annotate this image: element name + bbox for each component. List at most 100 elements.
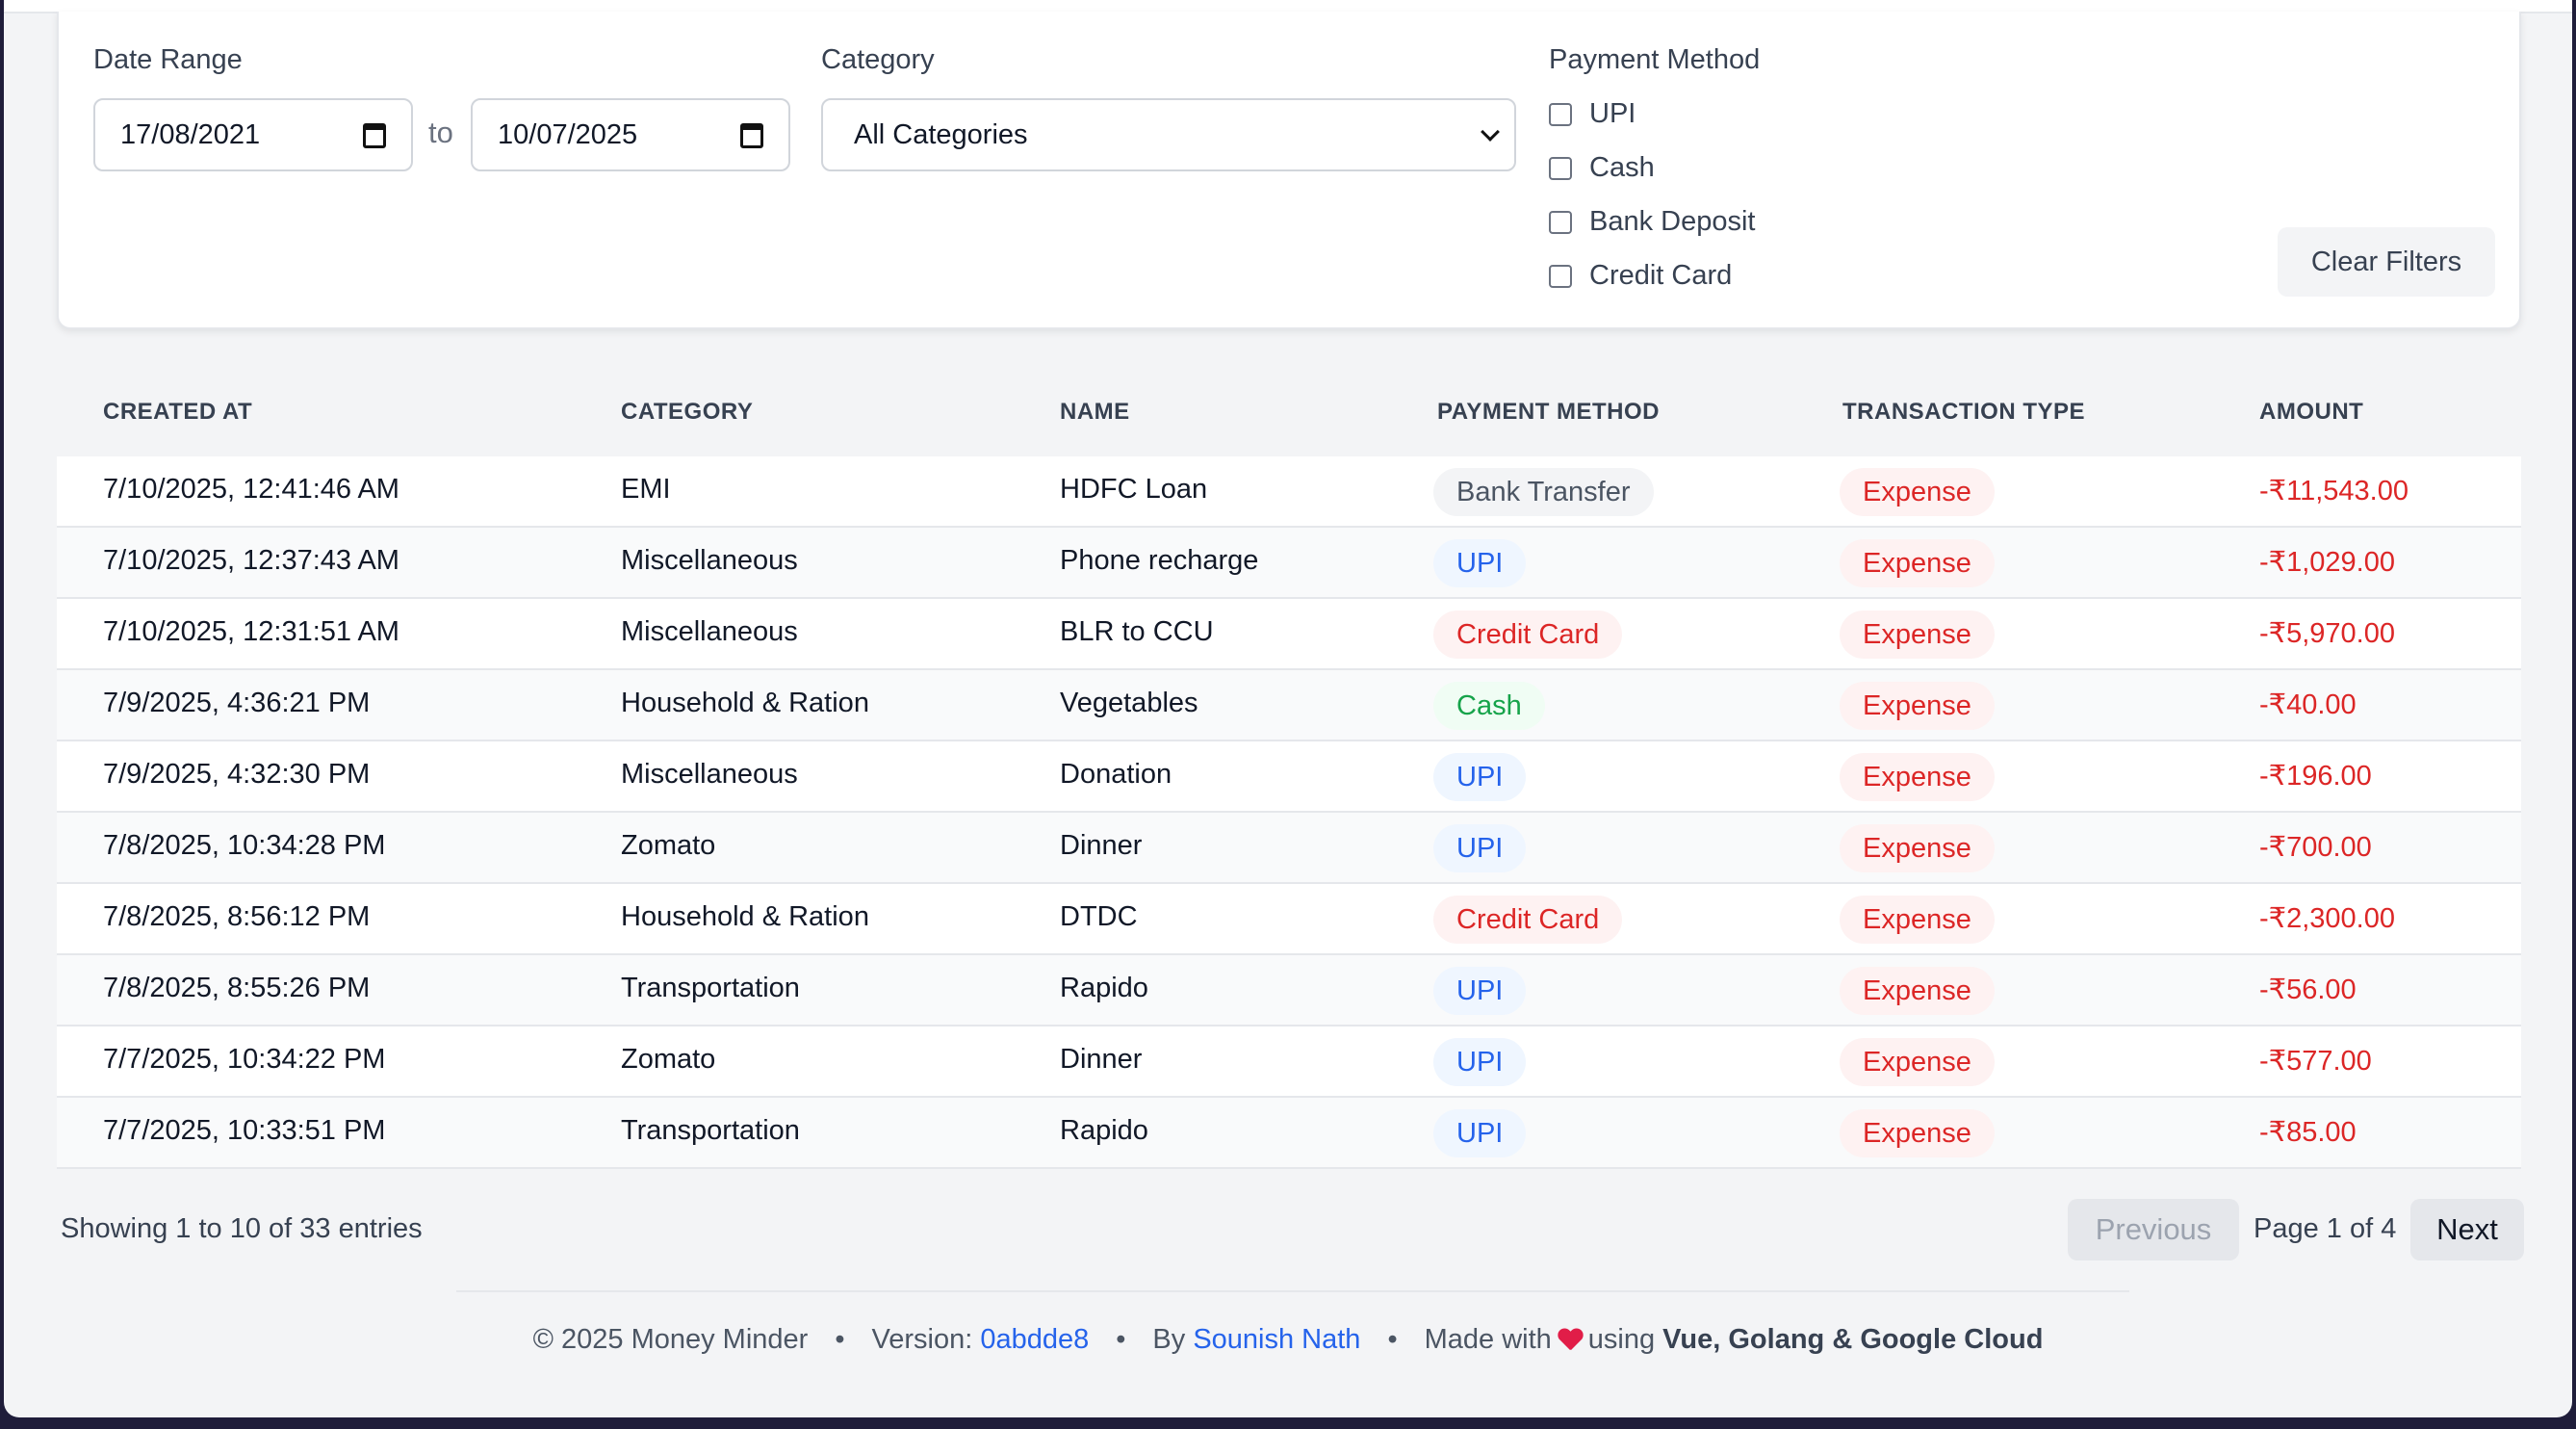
- cell-category: Transportation: [621, 1115, 800, 1146]
- footer-copyright: © 2025 Money Minder: [532, 1324, 809, 1355]
- transaction-type-badge: Expense: [1840, 753, 1995, 801]
- footer-by-label: By: [1152, 1324, 1186, 1355]
- cell-created-at: 7/7/2025, 10:34:22 PM: [103, 1044, 386, 1075]
- app-window: Date Range 17/08/2021 to 10/07/2025 Cate…: [4, 0, 2572, 1417]
- table-row[interactable]: 7/8/2025, 10:34:28 PM Zomato Dinner UPI Expe…: [57, 813, 2521, 884]
- table-row[interactable]: 7/9/2025, 4:36:21 PM Household & Ration Ve…: [57, 670, 2521, 741]
- header-category: CATEGORY: [621, 399, 754, 425]
- page-indicator: Page 1 of 4: [2254, 1213, 2397, 1244]
- clear-filters-button[interactable]: Clear Filters: [2278, 227, 2495, 297]
- checkbox-label: UPI: [1589, 98, 1636, 129]
- table-row[interactable]: 7/7/2025, 10:34:22 PM Zomato Dinner UPI Expe…: [57, 1026, 2521, 1098]
- calendar-icon[interactable]: [363, 123, 386, 148]
- header-transaction-type: TRANSACTION TYPE: [1842, 399, 2086, 425]
- cell-amount: -₹1,029.00: [2259, 547, 2395, 578]
- footer-separator: •: [835, 1324, 845, 1355]
- footer-separator: •: [1387, 1324, 1398, 1355]
- checkbox[interactable]: [1549, 156, 1572, 180]
- cell-name: Rapido: [1060, 973, 1148, 1003]
- cell-amount: -₹2,300.00: [2259, 903, 2395, 934]
- category-label: Category: [821, 44, 935, 75]
- cell-name: Rapido: [1060, 1115, 1148, 1146]
- category-selected-value: All Categories: [854, 118, 1028, 150]
- transaction-type-badge: Expense: [1840, 468, 1995, 516]
- payment-checkbox-cash[interactable]: Cash: [1549, 152, 1655, 184]
- previous-button[interactable]: Previous: [2068, 1199, 2239, 1260]
- to-label: to: [428, 116, 453, 149]
- filter-card: Date Range 17/08/2021 to 10/07/2025 Cate…: [57, 12, 2521, 329]
- cell-name: Dinner: [1060, 1044, 1143, 1075]
- cell-name: DTDC: [1060, 901, 1138, 932]
- table-row[interactable]: 7/10/2025, 12:41:46 AM EMI HDFC Loan Bank T…: [57, 456, 2521, 528]
- checkbox[interactable]: [1549, 210, 1572, 234]
- cell-created-at: 7/9/2025, 4:36:21 PM: [103, 688, 371, 718]
- payment-method-badge: UPI: [1433, 967, 1527, 1015]
- cell-created-at: 7/10/2025, 12:31:51 AM: [103, 616, 399, 647]
- cell-created-at: 7/9/2025, 4:32:30 PM: [103, 759, 371, 790]
- cell-name: Donation: [1060, 759, 1172, 790]
- date-to-input[interactable]: 10/07/2025: [471, 98, 790, 171]
- cell-amount: -₹577.00: [2259, 1046, 2372, 1077]
- table-body: 7/10/2025, 12:41:46 AM EMI HDFC Loan Bank T…: [57, 456, 2521, 1169]
- payment-method-badge: UPI: [1433, 824, 1527, 872]
- date-range-label: Date Range: [93, 44, 243, 75]
- cell-category: Transportation: [621, 973, 800, 1003]
- transaction-type-badge: Expense: [1840, 539, 1995, 587]
- cell-category: Miscellaneous: [621, 616, 798, 647]
- cell-category: Zomato: [621, 1044, 716, 1075]
- checkbox[interactable]: [1549, 264, 1572, 288]
- footer: © 2025 Money Minder • Version: 0abdde8 •…: [4, 1324, 2572, 1356]
- footer-stack: Vue, Golang & Google Cloud: [1662, 1324, 2044, 1355]
- payment-method-badge: UPI: [1433, 1109, 1527, 1157]
- cell-category: Household & Ration: [621, 688, 869, 718]
- cell-category: Miscellaneous: [621, 759, 798, 790]
- footer-author-link[interactable]: Sounish Nath: [1193, 1324, 1360, 1356]
- header-created-at: CREATED AT: [103, 399, 253, 425]
- cell-category: EMI: [621, 474, 671, 505]
- cell-name: BLR to CCU: [1060, 616, 1214, 647]
- table-row[interactable]: 7/9/2025, 4:32:30 PM Miscellaneous Donatio…: [57, 741, 2521, 813]
- cell-created-at: 7/8/2025, 10:34:28 PM: [103, 830, 386, 861]
- category-select[interactable]: All Categories: [821, 98, 1516, 171]
- payment-method-badge: UPI: [1433, 753, 1527, 801]
- table-row[interactable]: 7/10/2025, 12:31:51 AM Miscellaneous BLR t…: [57, 599, 2521, 670]
- heart-icon: [1558, 1329, 1583, 1352]
- payment-checkbox-bank-deposit[interactable]: Bank Deposit: [1549, 206, 1756, 238]
- cell-amount: -₹700.00: [2259, 832, 2372, 863]
- transaction-type-badge: Expense: [1840, 824, 1995, 872]
- checkbox-label: Cash: [1589, 152, 1655, 183]
- checkbox[interactable]: [1549, 102, 1572, 126]
- date-from-input[interactable]: 17/08/2021: [93, 98, 413, 171]
- footer-separator: •: [1116, 1324, 1126, 1355]
- cell-name: Phone recharge: [1060, 545, 1259, 576]
- cell-category: Zomato: [621, 830, 716, 861]
- calendar-icon[interactable]: [740, 123, 763, 148]
- cell-name: Vegetables: [1060, 688, 1198, 718]
- date-to-value: 10/07/2025: [498, 118, 638, 150]
- cell-created-at: 7/8/2025, 8:55:26 PM: [103, 973, 371, 1003]
- payment-checkbox-credit-card[interactable]: Credit Card: [1549, 260, 1732, 292]
- cell-amount: -₹5,970.00: [2259, 618, 2395, 649]
- cell-created-at: 7/10/2025, 12:37:43 AM: [103, 545, 399, 576]
- header-payment-method: PAYMENT METHOD: [1437, 399, 1661, 425]
- table-row[interactable]: 7/8/2025, 8:55:26 PM Transportation Rapido…: [57, 955, 2521, 1026]
- next-button[interactable]: Next: [2410, 1199, 2524, 1260]
- cell-created-at: 7/7/2025, 10:33:51 PM: [103, 1115, 386, 1146]
- cell-category: Miscellaneous: [621, 545, 798, 576]
- header-name: NAME: [1060, 399, 1130, 425]
- transaction-type-badge: Expense: [1840, 896, 1995, 944]
- table-row[interactable]: 7/10/2025, 12:37:43 AM Miscellaneous Phone…: [57, 528, 2521, 599]
- footer-version-link[interactable]: 0abdde8: [980, 1324, 1089, 1356]
- table-row[interactable]: 7/8/2025, 8:56:12 PM Household & Ration DT…: [57, 884, 2521, 955]
- payment-method-badge: UPI: [1433, 539, 1527, 587]
- cell-amount: -₹56.00: [2259, 974, 2357, 1005]
- table-row[interactable]: 7/7/2025, 10:33:51 PM Transportation Rapid…: [57, 1098, 2521, 1169]
- entries-summary: Showing 1 to 10 of 33 entries: [61, 1213, 423, 1244]
- transaction-type-badge: Expense: [1840, 611, 1995, 659]
- payment-method-badge: Credit Card: [1433, 896, 1623, 944]
- cell-name: Dinner: [1060, 830, 1143, 861]
- payment-method-label: Payment Method: [1549, 44, 1761, 75]
- payment-checkbox-upi[interactable]: UPI: [1549, 98, 1636, 130]
- cell-created-at: 7/10/2025, 12:41:46 AM: [103, 474, 399, 505]
- chevron-down-icon: [1481, 122, 1500, 142]
